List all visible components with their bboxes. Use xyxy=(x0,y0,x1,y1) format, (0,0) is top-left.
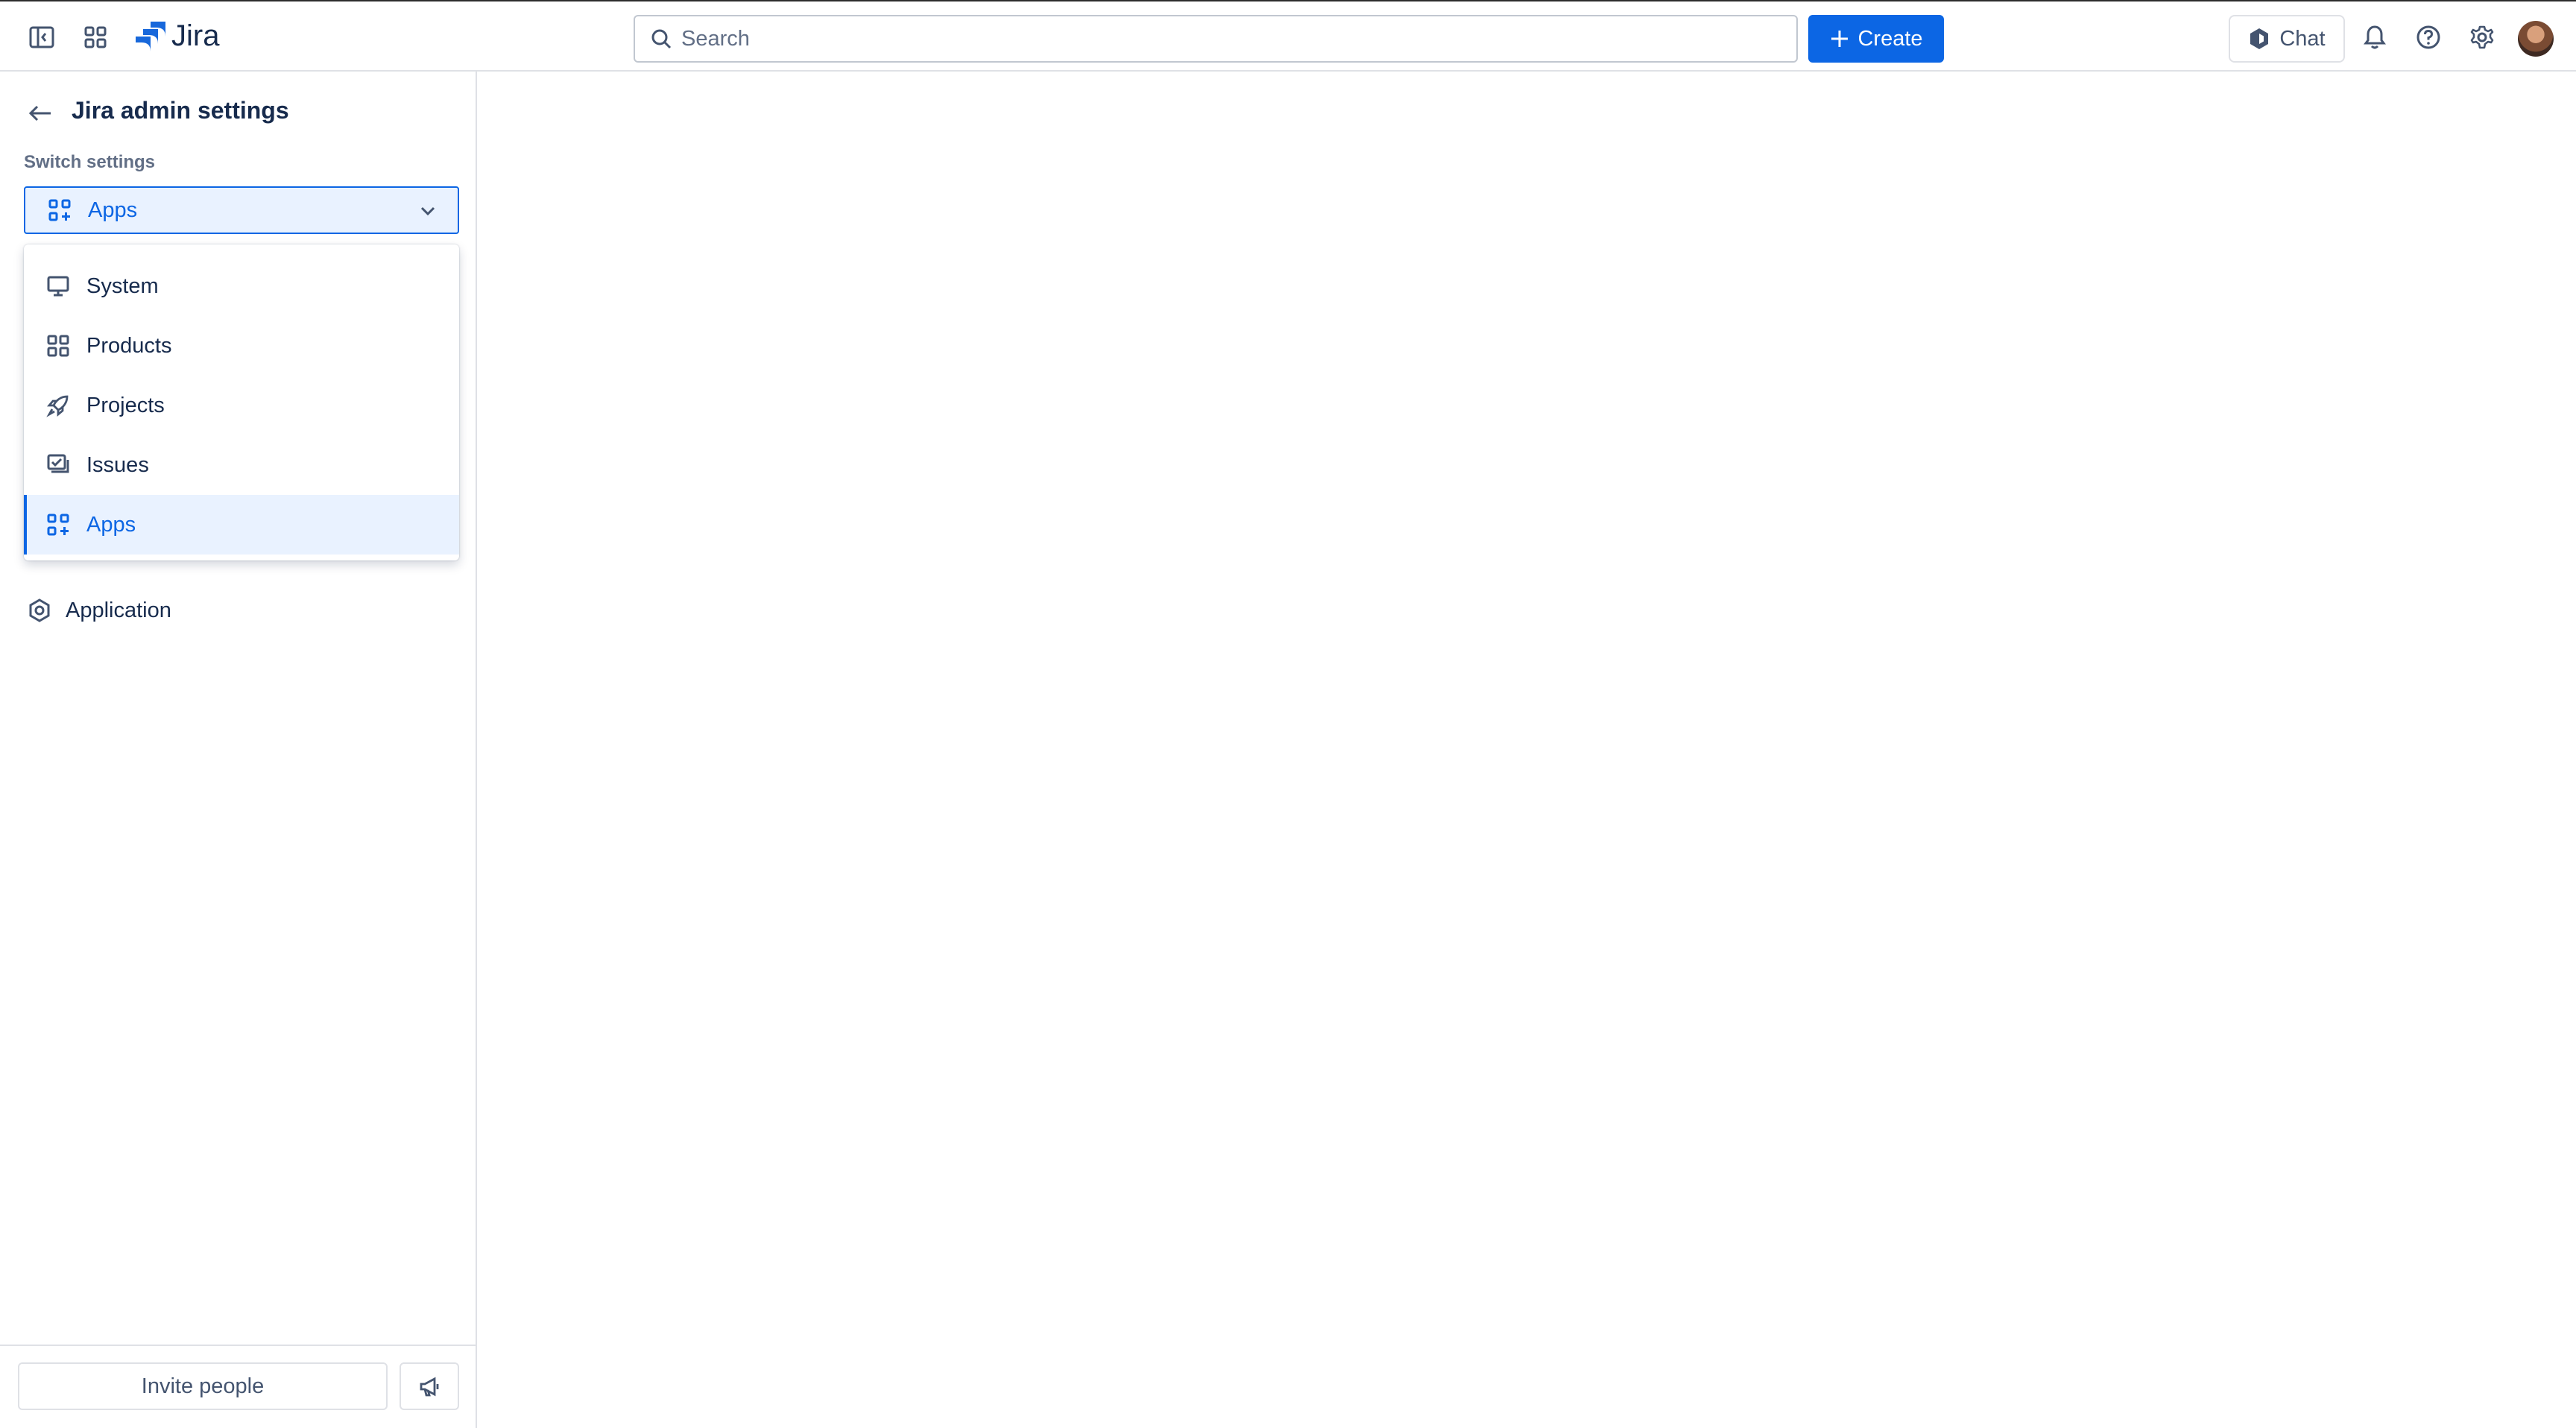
switch-settings-select[interactable]: Apps xyxy=(24,186,459,234)
rovo-chat-icon xyxy=(2250,28,2269,49)
menu-item-issues[interactable]: Issues xyxy=(24,435,459,495)
selected-value: Apps xyxy=(88,198,138,222)
invite-people-button[interactable]: Invite people xyxy=(18,1362,388,1410)
menu-item-products[interactable]: Products xyxy=(24,316,459,376)
chevron-down-icon xyxy=(420,206,435,216)
create-button[interactable]: Create xyxy=(1808,15,1944,63)
switch-settings-label: Switch settings xyxy=(24,152,156,172)
menu-item-projects[interactable]: Projects xyxy=(24,376,459,435)
search-input[interactable]: Search xyxy=(634,15,1798,63)
search-icon xyxy=(651,29,672,49)
menu-item-label: Products xyxy=(86,333,172,358)
app-switcher-icon[interactable] xyxy=(75,16,116,58)
application-label: Application xyxy=(66,598,171,622)
sidebar-item-application[interactable]: Application xyxy=(27,598,171,623)
apps-icon xyxy=(48,199,71,221)
user-avatar[interactable] xyxy=(2518,21,2554,57)
sidebar-toggle-icon[interactable] xyxy=(21,16,63,58)
menu-item-label: System xyxy=(86,274,159,298)
chat-button[interactable]: Chat xyxy=(2229,15,2345,63)
grid-icon xyxy=(47,335,69,357)
rocket-icon xyxy=(46,395,69,417)
issues-icon xyxy=(47,454,69,473)
sidebar-title: Jira admin settings xyxy=(72,97,289,124)
menu-item-label: Apps xyxy=(86,512,136,537)
notifications-bell-icon[interactable] xyxy=(2354,16,2396,58)
logo-text: Jira xyxy=(171,19,220,52)
menu-item-system[interactable]: System xyxy=(24,256,459,316)
help-icon[interactable] xyxy=(2408,16,2449,58)
chat-label: Chat xyxy=(2279,26,2326,51)
top-navigation-bar: Jira Search Create Chat xyxy=(0,0,2576,72)
hexagon-settings-icon xyxy=(29,598,50,622)
settings-dropdown-menu: System Products Projects Issues Apps xyxy=(24,244,459,560)
feedback-button[interactable] xyxy=(400,1362,459,1410)
search-placeholder: Search xyxy=(681,26,750,51)
create-label: Create xyxy=(1857,26,1923,51)
back-arrow-icon[interactable] xyxy=(24,97,57,130)
plus-icon xyxy=(1831,31,1849,47)
settings-gear-icon[interactable] xyxy=(2461,16,2503,58)
monitor-icon xyxy=(47,276,69,297)
jira-logo[interactable]: Jira xyxy=(134,19,219,53)
megaphone-icon xyxy=(420,1377,439,1397)
menu-item-label: Projects xyxy=(86,393,165,417)
sidebar-footer-divider xyxy=(0,1345,477,1346)
apps-icon xyxy=(47,514,69,536)
jira-logo-icon xyxy=(136,21,165,51)
menu-item-label: Issues xyxy=(86,452,149,477)
menu-item-apps[interactable]: Apps xyxy=(24,495,459,555)
invite-label: Invite people xyxy=(141,1374,265,1398)
